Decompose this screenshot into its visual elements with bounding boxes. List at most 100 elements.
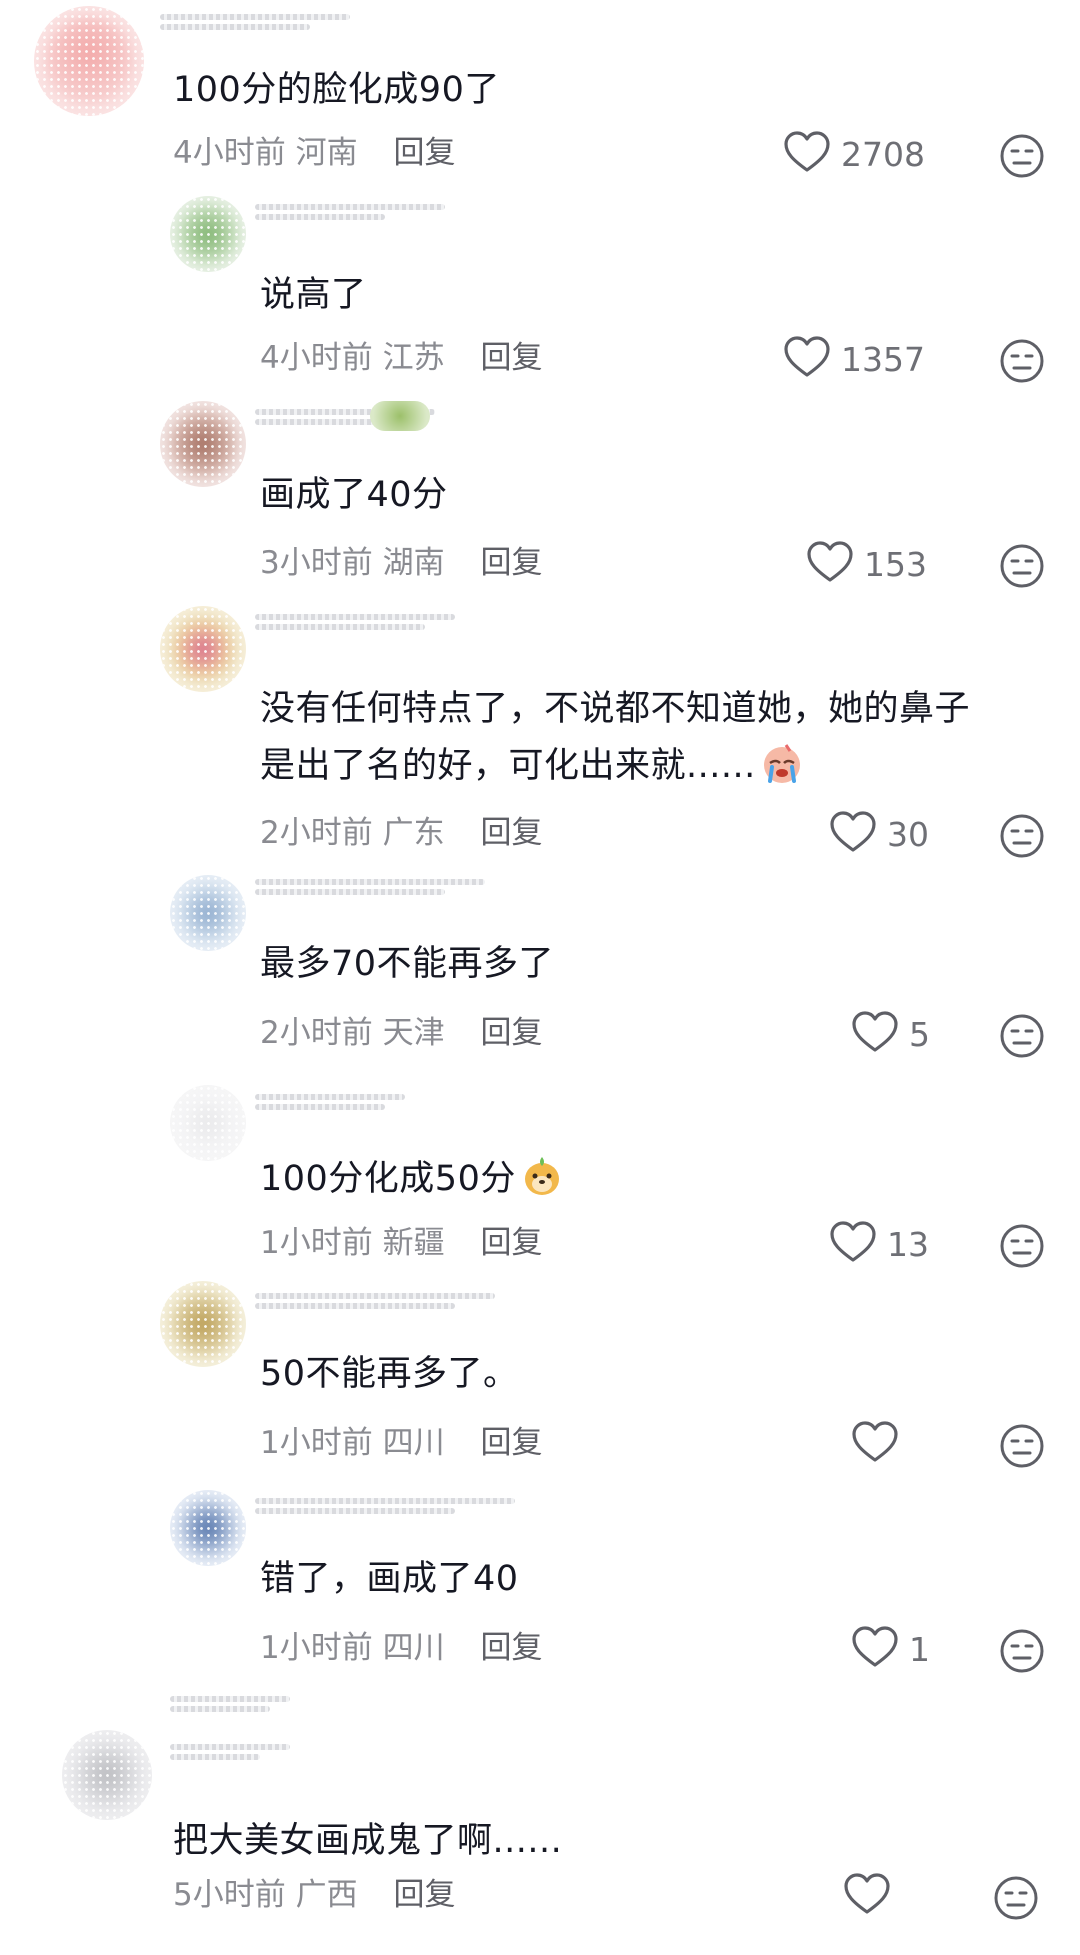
comment-region: 四川 bbox=[382, 1630, 445, 1666]
heart-outline-icon bbox=[851, 1010, 899, 1058]
crying-face-emoji bbox=[760, 741, 804, 785]
like-count: 1357 bbox=[841, 339, 925, 379]
like-count: 5 bbox=[909, 1014, 930, 1054]
comment-region: 广东 bbox=[382, 815, 445, 851]
heart-outline-icon bbox=[829, 1220, 877, 1268]
neutral-face-icon[interactable] bbox=[999, 1423, 1045, 1469]
username-redacted[interactable] bbox=[255, 610, 455, 632]
reply-button[interactable]: 回复 bbox=[393, 135, 455, 171]
comment-text-line-1: 没有任何特点了，不说都不知道她，她的鼻子 bbox=[260, 689, 971, 729]
neutral-face-icon[interactable] bbox=[993, 1875, 1039, 1921]
reply-item: 错了，画成了40 1小时前 四川 回复 1 bbox=[0, 1480, 1080, 1680]
like-button[interactable]: 1357 bbox=[783, 333, 925, 385]
like-button[interactable] bbox=[851, 1418, 909, 1470]
comment-region: 广西 bbox=[295, 1877, 358, 1913]
reply-item: 没有任何特点了，不说都不知道她，她的鼻子 是出了名的好，可化出来就...... … bbox=[0, 600, 1080, 865]
comment-meta: 5小时前 广西 回复 bbox=[173, 1875, 455, 1915]
like-count: 153 bbox=[864, 544, 927, 584]
reply-button[interactable]: 回复 bbox=[480, 545, 542, 581]
neutral-face-icon[interactable] bbox=[999, 1013, 1045, 1059]
like-button[interactable]: 30 bbox=[829, 808, 929, 860]
reply-button[interactable]: 回复 bbox=[393, 1877, 455, 1913]
avatar[interactable] bbox=[34, 6, 144, 116]
neutral-face-icon[interactable] bbox=[999, 813, 1045, 859]
comment-time: 3小时前 bbox=[260, 545, 373, 581]
heart-outline-icon bbox=[829, 810, 877, 858]
reply-button[interactable]: 回复 bbox=[480, 1425, 542, 1461]
neutral-face-icon[interactable] bbox=[999, 1223, 1045, 1269]
reply-button[interactable]: 回复 bbox=[480, 340, 542, 376]
comment-meta: 2小时前 天津 回复 bbox=[260, 1013, 542, 1053]
dog-face-emoji bbox=[520, 1154, 564, 1198]
comment-meta: 4小时前 江苏 回复 bbox=[260, 338, 542, 378]
like-button[interactable]: 153 bbox=[806, 538, 927, 590]
username-redacted[interactable] bbox=[255, 1494, 515, 1516]
neutral-face-icon[interactable] bbox=[999, 1628, 1045, 1674]
heart-outline-icon bbox=[851, 1625, 899, 1673]
reply-item: 50不能再多了。 1小时前 四川 回复 bbox=[0, 1275, 1080, 1480]
avatar[interactable] bbox=[62, 1730, 152, 1820]
username-redacted[interactable] bbox=[160, 10, 350, 32]
comment-text: 最多70不能再多了 bbox=[260, 944, 555, 984]
like-count: 13 bbox=[887, 1224, 929, 1264]
comment-time: 4小时前 bbox=[260, 340, 373, 376]
comment-text: 100分的脸化成90了 bbox=[173, 70, 500, 110]
like-count: 2708 bbox=[841, 134, 925, 174]
avatar[interactable] bbox=[160, 1281, 246, 1367]
neutral-face-icon[interactable] bbox=[999, 543, 1045, 589]
reply-button[interactable]: 回复 bbox=[480, 1630, 542, 1666]
reply-item: 说高了 4小时前 江苏 回复 1357 bbox=[0, 190, 1080, 395]
comment-text-content: 100分化成50分 bbox=[260, 1159, 516, 1199]
reply-item: 最多70不能再多了 2小时前 天津 回复 5 bbox=[0, 865, 1080, 1070]
like-count: 30 bbox=[887, 814, 929, 854]
avatar[interactable] bbox=[170, 1490, 246, 1566]
like-button[interactable]: 1 bbox=[851, 1623, 930, 1675]
comment-text: 错了，画成了40 bbox=[260, 1559, 519, 1599]
username-redacted[interactable] bbox=[255, 875, 485, 897]
username-redacted[interactable] bbox=[255, 1090, 405, 1112]
comment-text-line-2: 是出了名的好，可化出来就...... bbox=[260, 737, 804, 795]
like-button[interactable]: 5 bbox=[851, 1008, 930, 1060]
comment-time: 5小时前 bbox=[173, 1877, 286, 1913]
neutral-face-icon[interactable] bbox=[999, 133, 1045, 179]
comment-time: 4小时前 bbox=[173, 135, 286, 171]
badge-redacted bbox=[370, 401, 430, 431]
avatar[interactable] bbox=[160, 606, 246, 692]
like-button[interactable] bbox=[843, 1870, 901, 1922]
neutral-face-icon[interactable] bbox=[999, 338, 1045, 384]
avatar[interactable] bbox=[170, 1085, 246, 1161]
comment-text: 把大美女画成鬼了啊...... bbox=[173, 1821, 563, 1861]
comment-time: 1小时前 bbox=[260, 1225, 373, 1261]
comment-region: 江苏 bbox=[382, 340, 445, 376]
like-button[interactable]: 13 bbox=[829, 1218, 929, 1270]
reply-item: 100分化成50分 1小时前 新疆 回复 13 bbox=[0, 1070, 1080, 1275]
comment-region: 新疆 bbox=[382, 1225, 445, 1261]
comment-item: 100分的脸化成90了 4小时前 河南 回复 2708 bbox=[0, 0, 1080, 190]
comment-text: 画成了40分 bbox=[260, 475, 448, 515]
username-redacted[interactable] bbox=[255, 1289, 495, 1311]
username-redacted[interactable] bbox=[255, 200, 445, 222]
reply-button[interactable]: 回复 bbox=[480, 1015, 542, 1051]
comment-text: 100分化成50分 bbox=[260, 1150, 564, 1208]
comment-region: 湖南 bbox=[382, 545, 445, 581]
comment-text: 说高了 bbox=[260, 275, 367, 315]
avatar[interactable] bbox=[160, 401, 246, 487]
heart-outline-icon bbox=[783, 335, 831, 383]
avatar[interactable] bbox=[170, 196, 246, 272]
comment-time: 2小时前 bbox=[260, 1015, 373, 1051]
avatar[interactable] bbox=[170, 875, 246, 951]
heart-outline-icon bbox=[806, 540, 854, 588]
heart-outline-icon bbox=[843, 1872, 891, 1920]
comment-meta: 1小时前 新疆 回复 bbox=[260, 1223, 542, 1263]
like-button[interactable]: 2708 bbox=[783, 128, 925, 180]
comment-meta: 1小时前 四川 回复 bbox=[260, 1628, 542, 1668]
username-redacted[interactable] bbox=[170, 1692, 290, 1714]
heart-outline-icon bbox=[851, 1420, 899, 1468]
comment-meta: 2小时前 广东 回复 bbox=[260, 813, 542, 853]
reply-button[interactable]: 回复 bbox=[480, 815, 542, 851]
comment-time: 1小时前 bbox=[260, 1630, 373, 1666]
heart-outline-icon bbox=[783, 130, 831, 178]
reply-button[interactable]: 回复 bbox=[480, 1225, 542, 1261]
comment-region: 四川 bbox=[382, 1425, 445, 1461]
username-redacted bbox=[170, 1740, 290, 1762]
